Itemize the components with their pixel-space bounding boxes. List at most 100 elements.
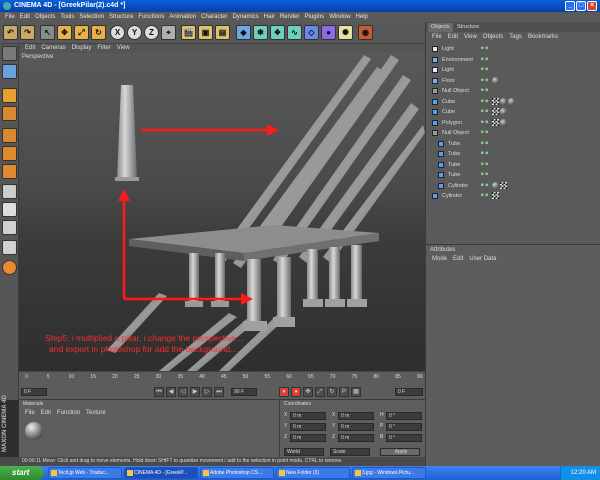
use-point-tool-icon[interactable] xyxy=(2,88,17,103)
object-row[interactable]: Light xyxy=(426,65,600,75)
visibility-dots-icon[interactable] xyxy=(480,140,489,147)
texture-tag-icon[interactable] xyxy=(492,108,499,115)
object-row[interactable]: Null Object xyxy=(426,128,600,138)
viewport-menu-view[interactable]: View xyxy=(117,45,130,51)
object-row[interactable]: Light xyxy=(426,44,600,54)
play-backward-icon[interactable]: ◁ xyxy=(178,387,188,397)
uv-points-icon[interactable] xyxy=(2,146,17,161)
world-dropdown[interactable]: World xyxy=(284,448,324,456)
z-axis-button[interactable]: Z xyxy=(144,25,159,40)
object-row[interactable]: Floor xyxy=(426,76,600,86)
use-edge-tool-icon[interactable] xyxy=(2,106,17,121)
menu-item-selection[interactable]: Selection xyxy=(79,14,104,20)
object-row[interactable]: Cylinder xyxy=(426,191,600,201)
texture-tag-icon[interactable] xyxy=(492,118,499,126)
coord-value-field[interactable]: 0 ° xyxy=(386,423,422,431)
objects-menu-view[interactable]: View xyxy=(464,34,477,40)
current-frame-field[interactable]: 0 F xyxy=(395,388,423,396)
scale-dropdown[interactable]: Scale xyxy=(330,448,370,456)
start-frame-field[interactable]: 0 F xyxy=(21,388,47,396)
objects-menu-file[interactable]: File xyxy=(432,34,442,40)
menu-item-render[interactable]: Render xyxy=(280,14,300,20)
perspective-viewport[interactable]: Perspective Step5: i multiplied a pillar… xyxy=(19,53,425,371)
coord-value-field[interactable]: 0 m xyxy=(338,423,374,431)
menu-item-help[interactable]: Help xyxy=(356,14,368,20)
use-object-tool-icon[interactable] xyxy=(2,64,17,79)
goto-end-icon[interactable]: ⏭ xyxy=(214,387,224,397)
coord-value-field[interactable]: 0 ° xyxy=(386,412,422,420)
scene-icon[interactable]: ◉ xyxy=(358,25,373,40)
key-scale-icon[interactable]: ⤢ xyxy=(315,387,325,397)
record-icon[interactable]: ● xyxy=(279,387,289,397)
spline-icon[interactable]: ∿ xyxy=(287,25,302,40)
play-forward-icon[interactable]: ▶ xyxy=(190,387,200,397)
material-tag-icon[interactable] xyxy=(500,108,507,115)
taskbar-task-button[interactable]: CINEMA 4D - [GreekP... xyxy=(124,467,198,479)
key-position-icon[interactable]: ✥ xyxy=(303,387,313,397)
timeline-ruler[interactable]: 0 5 10 15 20 25 30 35 40 45 50 55 60 65 70 75 80 85 90 xyxy=(19,372,425,383)
visibility-dots-icon[interactable] xyxy=(480,88,489,94)
objects-menu-objects[interactable]: Objects xyxy=(483,34,503,40)
menu-item-functions[interactable]: Functions xyxy=(138,14,164,20)
use-model-tool-icon[interactable] xyxy=(2,46,17,61)
object-row[interactable]: Tube xyxy=(426,160,600,170)
visibility-dots-icon[interactable] xyxy=(480,119,489,126)
use-polygon-tool-icon[interactable] xyxy=(2,128,17,143)
visibility-dots-icon[interactable] xyxy=(480,46,489,52)
render-view-icon[interactable]: 🎬 xyxy=(181,25,196,40)
texture-tag-icon[interactable] xyxy=(492,97,499,105)
viewport-menu-display[interactable]: Display xyxy=(72,45,92,51)
menu-item-structure[interactable]: Structure xyxy=(109,14,133,20)
autokey-icon[interactable]: ● xyxy=(291,387,301,397)
taskbar-task-button[interactable]: New Folder (3) xyxy=(276,467,350,479)
start-button[interactable]: start xyxy=(0,466,44,480)
visibility-dots-icon[interactable] xyxy=(480,98,489,105)
objects-menu-edit[interactable]: Edit xyxy=(448,34,458,40)
array-icon[interactable]: ❖ xyxy=(270,25,285,40)
prev-key-icon[interactable]: ◀ xyxy=(166,387,176,397)
end-frame-field[interactable]: 90 F xyxy=(231,388,257,396)
menu-item-character[interactable]: Character xyxy=(201,14,227,20)
material-preview-sphere[interactable] xyxy=(25,422,43,440)
object-row[interactable]: Cylinder xyxy=(426,181,600,191)
materials-menu-file[interactable]: File xyxy=(25,410,35,416)
texture-tag-icon[interactable] xyxy=(500,181,507,189)
object-row[interactable]: Tube xyxy=(426,170,600,180)
visibility-dots-icon[interactable] xyxy=(480,182,489,189)
menu-item-animation[interactable]: Animation xyxy=(169,14,196,20)
material-tag-icon[interactable] xyxy=(508,97,515,105)
key-parameter-icon[interactable]: P xyxy=(339,387,349,397)
redo-icon[interactable]: ↷ xyxy=(20,25,35,40)
x-axis-button[interactable]: X xyxy=(110,25,125,40)
coord-value-field[interactable]: 0 m xyxy=(290,423,326,431)
visibility-dots-icon[interactable] xyxy=(480,77,489,84)
key-rotation-icon[interactable]: ↻ xyxy=(327,387,337,397)
snap-tool-icon[interactable] xyxy=(2,220,17,235)
hypernurbs-icon[interactable]: ✱ xyxy=(253,25,268,40)
menu-item-hair[interactable]: Hair xyxy=(264,14,275,20)
viewport-menu-cameras[interactable]: Cameras xyxy=(41,45,65,51)
object-row[interactable]: Null Object xyxy=(426,86,600,96)
tab-objects[interactable]: Objects xyxy=(428,23,453,32)
objects-menu-bookmarks[interactable]: Bookmarks xyxy=(528,34,558,40)
object-row[interactable]: Environment xyxy=(426,55,600,65)
workplane-icon[interactable] xyxy=(2,240,17,255)
taskbar-task-button[interactable]: Tecit.jp Web - Traduc... xyxy=(48,467,122,479)
attributes-menu-edit[interactable]: Edit xyxy=(453,256,463,262)
menu-item-dynamics[interactable]: Dynamics xyxy=(232,14,258,20)
objects-menu-tags[interactable]: Tags xyxy=(509,34,522,40)
axis-tool-icon[interactable] xyxy=(2,202,17,217)
visibility-dots-icon[interactable] xyxy=(480,130,489,136)
materials-menu-function[interactable]: Function xyxy=(57,410,80,416)
tab-structure[interactable]: Structure xyxy=(454,23,482,32)
goto-start-icon[interactable]: ⏮ xyxy=(154,387,164,397)
coordinate-system-icon[interactable]: ⌖ xyxy=(161,25,176,40)
cube-icon[interactable]: ◆ xyxy=(236,25,251,40)
visibility-dots-icon[interactable] xyxy=(480,172,489,178)
object-row[interactable]: Tube xyxy=(426,149,600,159)
render-manager-icon[interactable]: ▤ xyxy=(215,25,230,40)
taskbar-task-button[interactable]: Adobe Photoshop CS... xyxy=(200,467,274,479)
null-object-icon[interactable]: ● xyxy=(321,25,336,40)
menu-item-window[interactable]: Window xyxy=(329,14,350,20)
visibility-dots-icon[interactable] xyxy=(480,161,489,168)
